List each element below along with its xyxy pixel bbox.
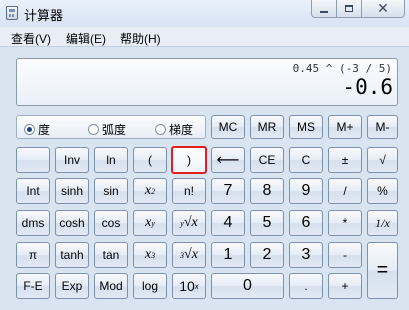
- window-title: 计算器: [24, 8, 64, 23]
- digit-6-button[interactable]: 6: [289, 210, 323, 236]
- display-panel: 0.45 ^ (-3 / 5) -0.6: [16, 58, 398, 106]
- cube-root-button[interactable]: 3 √x: [172, 242, 206, 268]
- pi-button[interactable]: π: [16, 242, 50, 268]
- degree-radio[interactable]: 度: [24, 121, 50, 138]
- cosh-button[interactable]: cosh: [55, 210, 89, 236]
- equals-button[interactable]: =: [367, 242, 398, 299]
- minus-button[interactable]: -: [328, 242, 362, 268]
- sin-button[interactable]: sin: [94, 178, 128, 204]
- digit-9-button[interactable]: 9: [289, 178, 323, 204]
- x-power-y-button[interactable]: xy: [133, 210, 167, 236]
- plus-button[interactable]: +: [328, 273, 362, 299]
- multiply-button[interactable]: *: [328, 210, 362, 236]
- close-icon: ✕: [377, 0, 389, 16]
- menu-bar: 查看(V) 编辑(E) 帮助(H): [0, 27, 409, 47]
- grad-radio[interactable]: 梯度: [155, 121, 193, 138]
- radio-selected-icon: [24, 124, 35, 135]
- left-paren-button[interactable]: (: [133, 147, 167, 173]
- x-cubed-button[interactable]: x3: [133, 242, 167, 268]
- c-button[interactable]: C: [289, 147, 323, 173]
- factorial-button[interactable]: n!: [172, 178, 206, 204]
- maximize-icon: [345, 5, 353, 12]
- backspace-button[interactable]: ⟵: [211, 147, 245, 173]
- radio-icon: [155, 124, 166, 135]
- menu-edit[interactable]: 编辑(E): [66, 30, 106, 47]
- title-bar: 计算器 ✕: [0, 0, 409, 26]
- grad-label: 梯度: [169, 123, 194, 137]
- reciprocal-button[interactable]: 1/x: [367, 210, 398, 236]
- window-controls: ✕: [311, 0, 405, 19]
- x-squared-button[interactable]: x2: [133, 178, 167, 204]
- expression-text: 0.45 ^ (-3 / 5): [292, 62, 392, 75]
- calculator-icon: [6, 6, 18, 20]
- menu-view[interactable]: 查看(V): [11, 30, 51, 47]
- digit-7-button[interactable]: 7: [211, 178, 245, 204]
- minimize-icon: [320, 10, 328, 13]
- ms-button[interactable]: MS: [289, 115, 323, 139]
- degree-label: 度: [38, 123, 51, 137]
- mc-button[interactable]: MC: [211, 115, 245, 139]
- mr-button[interactable]: MR: [250, 115, 284, 139]
- m-plus-button[interactable]: M+: [328, 115, 362, 139]
- exp-button[interactable]: Exp: [55, 273, 89, 299]
- ten-power-x-button[interactable]: 10 x: [172, 273, 206, 299]
- radian-label: 弧度: [102, 123, 127, 137]
- sinh-button[interactable]: sinh: [55, 178, 89, 204]
- blank-button: [16, 147, 50, 173]
- log-button[interactable]: log: [133, 273, 167, 299]
- digit-3-button[interactable]: 3: [289, 242, 323, 268]
- digit-1-button[interactable]: 1: [211, 242, 245, 268]
- digit-5-button[interactable]: 5: [250, 210, 284, 236]
- dms-button[interactable]: dms: [16, 210, 50, 236]
- inv-button[interactable]: Inv: [55, 147, 89, 173]
- close-button[interactable]: ✕: [362, 0, 405, 18]
- int-button[interactable]: Int: [16, 178, 50, 204]
- cos-button[interactable]: cos: [94, 210, 128, 236]
- sqrt-button[interactable]: √: [367, 147, 398, 173]
- digit-0-button[interactable]: 0: [211, 273, 284, 299]
- digit-8-button[interactable]: 8: [250, 178, 284, 204]
- radian-radio[interactable]: 弧度: [88, 121, 126, 138]
- right-paren-button[interactable]: ): [171, 146, 207, 174]
- divide-button[interactable]: /: [328, 178, 362, 204]
- minimize-button[interactable]: [311, 0, 337, 18]
- digit-2-button[interactable]: 2: [250, 242, 284, 268]
- radio-icon: [88, 124, 99, 135]
- mod-button[interactable]: Mod: [94, 273, 128, 299]
- m-minus-button[interactable]: M-: [367, 115, 398, 139]
- tanh-button[interactable]: tanh: [55, 242, 89, 268]
- ln-button[interactable]: ln: [94, 147, 128, 173]
- angle-mode-group: 度 弧度 梯度: [16, 115, 206, 139]
- percent-button[interactable]: %: [367, 178, 398, 204]
- tan-button[interactable]: tan: [94, 242, 128, 268]
- digit-4-button[interactable]: 4: [211, 210, 245, 236]
- decimal-button[interactable]: .: [289, 273, 323, 299]
- y-root-x-button[interactable]: y √x: [172, 210, 206, 236]
- menu-help[interactable]: 帮助(H): [120, 30, 161, 47]
- maximize-button[interactable]: [337, 0, 362, 18]
- negate-button[interactable]: ±: [328, 147, 362, 173]
- ce-button[interactable]: CE: [250, 147, 284, 173]
- result-text: -0.6: [342, 75, 393, 99]
- fe-button[interactable]: F-E: [16, 273, 50, 299]
